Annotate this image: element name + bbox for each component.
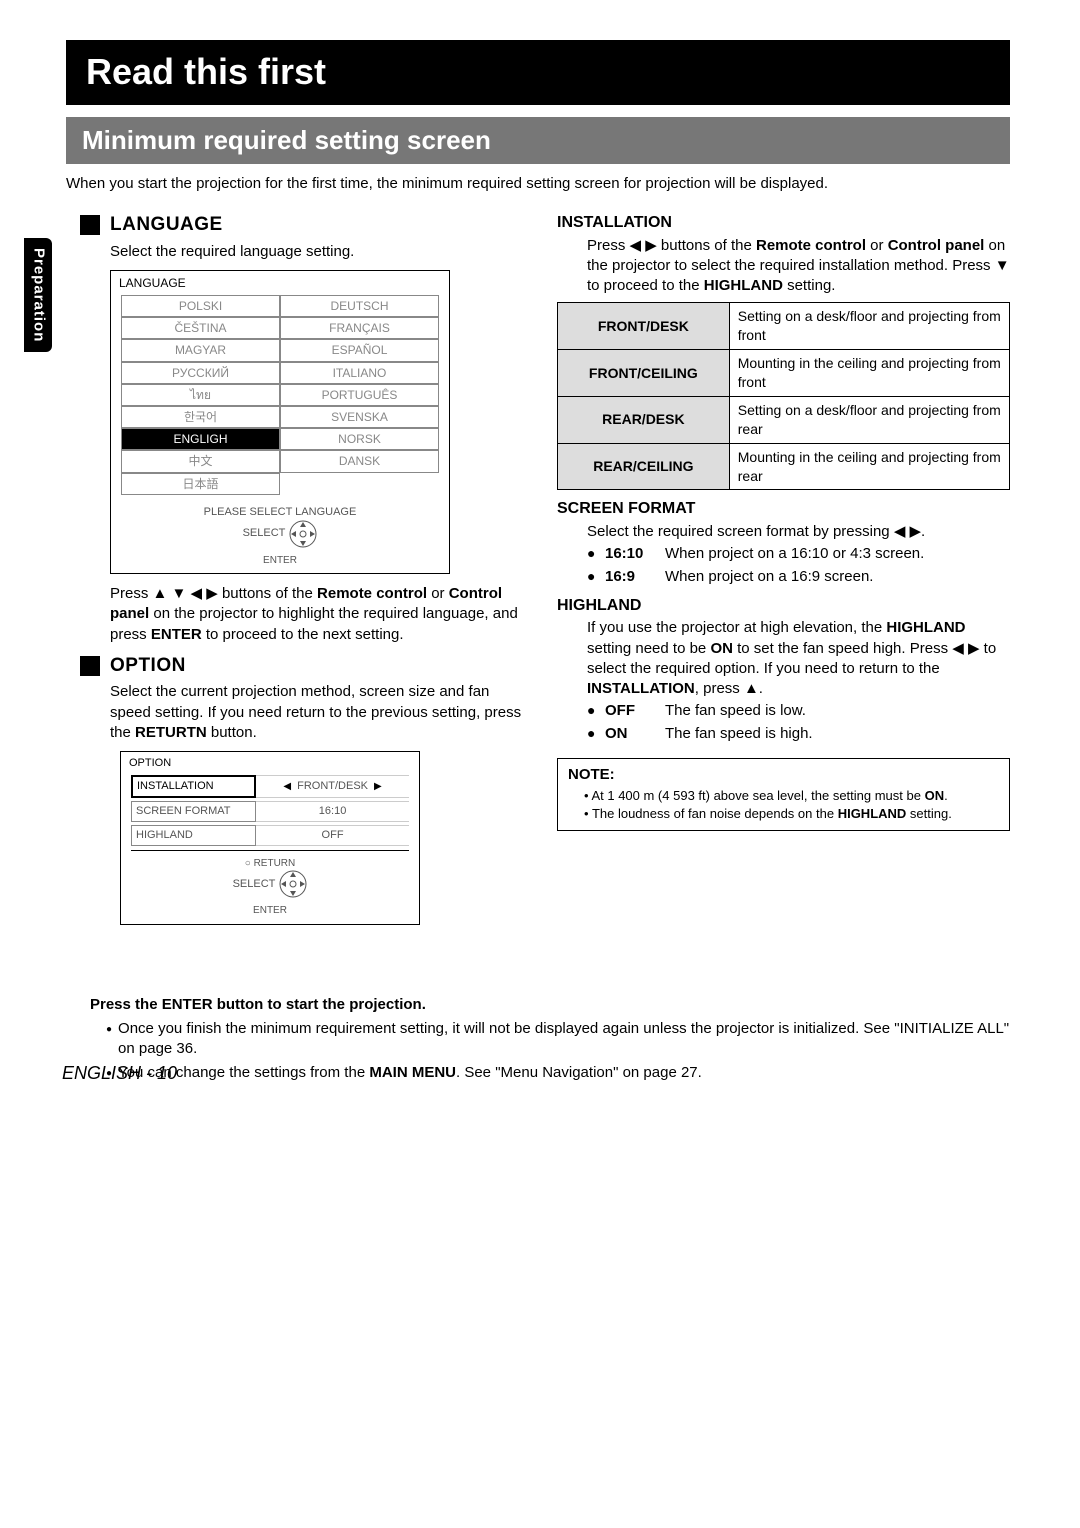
- table-val: Mounting in the ceiling and projecting f…: [729, 443, 1009, 490]
- option-box-title: OPTION: [121, 752, 419, 775]
- screenformat-desc: Select the required screen format by pre…: [587, 522, 1010, 542]
- table-row: REAR/DESKSetting on a desk/floor and pro…: [558, 396, 1010, 443]
- option-row[interactable]: HIGHLAND OFF: [131, 825, 409, 846]
- table-val: Setting on a desk/floor and projecting f…: [729, 396, 1009, 443]
- highland-body: If you use the projector at high elevati…: [587, 618, 1010, 699]
- option-row-label: INSTALLATION: [131, 775, 256, 798]
- selector-diagram: SELECT: [111, 520, 449, 554]
- lang-item[interactable]: DANSK: [280, 450, 439, 472]
- language-box-title: LANGUAGE: [111, 271, 449, 295]
- table-key: REAR/CEILING: [558, 443, 730, 490]
- lang-item[interactable]: MAGYAR: [121, 339, 280, 361]
- option-row-label: HIGHLAND: [131, 825, 256, 846]
- list-item: ●OFFThe fan speed is low.: [587, 701, 1010, 721]
- lang-item[interactable]: ไทย: [121, 384, 280, 406]
- option-row-value: OFF: [256, 825, 409, 846]
- table-val: Mounting in the ceiling and projecting f…: [729, 350, 1009, 397]
- list-item: You can change the settings from the MAI…: [106, 1063, 1010, 1083]
- language-press-text: Press ▲ ▼ ◀ ▶ buttons of the Remote cont…: [110, 584, 533, 645]
- installation-heading: INSTALLATION: [557, 212, 1010, 234]
- option-row[interactable]: INSTALLATION ◀FRONT/DESK▶: [131, 775, 409, 798]
- option-heading: OPTION: [110, 653, 186, 679]
- list-item: ●16:9When project on a 16:9 screen.: [587, 567, 1010, 587]
- table-key: REAR/DESK: [558, 396, 730, 443]
- lang-item[interactable]: 中文: [121, 450, 280, 472]
- triangle-right-icon: ▶: [374, 780, 382, 794]
- language-desc: Select the required language setting.: [110, 242, 533, 262]
- lang-item[interactable]: ESPAÑOL: [280, 339, 439, 361]
- bottom-lead: Press the ENTER button to start the proj…: [90, 995, 1010, 1015]
- page-title: Read this first: [66, 40, 1010, 105]
- language-heading: LANGUAGE: [110, 212, 223, 238]
- note-item: The loudness of fan noise depends on the…: [584, 805, 999, 823]
- table-val: Setting on a desk/floor and projecting f…: [729, 303, 1009, 350]
- installation-body: Press ◀ ▶ buttons of the Remote control …: [587, 236, 1010, 297]
- bottom-block: Press the ENTER button to start the proj…: [90, 995, 1010, 1084]
- dpad-icon: [279, 870, 307, 898]
- screenformat-heading: SCREEN FORMAT: [557, 498, 1010, 520]
- lang-item[interactable]: FRANÇAIS: [280, 317, 439, 339]
- please-select-text: PLEASE SELECT LANGUAGE: [111, 501, 449, 520]
- page-footer: ENGLISH - 10: [62, 1061, 177, 1085]
- bullet-icon: ●: [587, 567, 595, 585]
- lang-item[interactable]: SVENSKA: [280, 406, 439, 428]
- option-row-label: SCREEN FORMAT: [131, 801, 256, 822]
- lang-item[interactable]: ČEŠTINA: [121, 317, 280, 339]
- bullet-icon: ●: [587, 701, 595, 719]
- installation-table: FRONT/DESKSetting on a desk/floor and pr…: [557, 302, 1010, 490]
- list-item: Once you finish the minimum requirement …: [106, 1019, 1010, 1060]
- list-item: ●16:10When project on a 16:10 or 4:3 scr…: [587, 544, 1010, 564]
- square-bullet-icon: [80, 215, 100, 235]
- selector-diagram: SELECT: [121, 870, 419, 904]
- square-bullet-icon: [80, 656, 100, 676]
- table-row: FRONT/DESKSetting on a desk/floor and pr…: [558, 303, 1010, 350]
- bullet-icon: ●: [587, 544, 595, 562]
- lang-item[interactable]: DEUTSCH: [280, 295, 439, 317]
- table-key: FRONT/DESK: [558, 303, 730, 350]
- option-row[interactable]: SCREEN FORMAT 16:10: [131, 801, 409, 822]
- triangle-left-icon: ◀: [283, 780, 291, 794]
- lang-item[interactable]: PORTUGUÊS: [280, 384, 439, 406]
- lang-item-selected[interactable]: ENGLIGH: [121, 428, 280, 450]
- note-box: NOTE: At 1 400 m (4 593 ft) above sea le…: [557, 758, 1010, 831]
- lang-item[interactable]: POLSKI: [121, 295, 280, 317]
- language-grid: POLSKI DEUTSCH ČEŠTINA FRANÇAIS MAGYAR E…: [121, 295, 439, 495]
- lang-item[interactable]: 한국어: [121, 406, 280, 428]
- select-label: SELECT: [233, 877, 276, 892]
- note-heading: NOTE:: [568, 765, 615, 787]
- lang-item[interactable]: NORSK: [280, 428, 439, 450]
- lang-item[interactable]: ITALIANO: [280, 362, 439, 384]
- section-title: Minimum required setting screen: [66, 117, 1010, 164]
- option-menu-box: OPTION INSTALLATION ◀FRONT/DESK▶ SCREEN …: [120, 751, 420, 924]
- note-item: At 1 400 m (4 593 ft) above sea level, t…: [584, 787, 999, 805]
- list-item: ●ONThe fan speed is high.: [587, 724, 1010, 744]
- highland-heading: HIGHLAND: [557, 595, 1010, 617]
- dpad-icon: [289, 520, 317, 548]
- enter-label: ENTER: [111, 554, 449, 574]
- table-key: FRONT/CEILING: [558, 350, 730, 397]
- table-row: FRONT/CEILINGMounting in the ceiling and…: [558, 350, 1010, 397]
- return-label: ○ RETURN: [121, 855, 419, 871]
- option-row-value: ◀FRONT/DESK▶: [256, 775, 409, 798]
- select-label: SELECT: [243, 526, 286, 541]
- table-row: REAR/CEILINGMounting in the ceiling and …: [558, 443, 1010, 490]
- lang-item[interactable]: РУССКИЙ: [121, 362, 280, 384]
- intro-text: When you start the projection for the fi…: [66, 174, 1010, 194]
- language-menu-box: LANGUAGE POLSKI DEUTSCH ČEŠTINA FRANÇAIS…: [110, 270, 450, 574]
- option-desc: Select the current projection method, sc…: [110, 682, 533, 743]
- lang-item[interactable]: 日本語: [121, 473, 280, 495]
- option-row-value: 16:10: [256, 801, 409, 822]
- bullet-icon: ●: [587, 724, 595, 742]
- enter-label: ENTER: [121, 904, 419, 924]
